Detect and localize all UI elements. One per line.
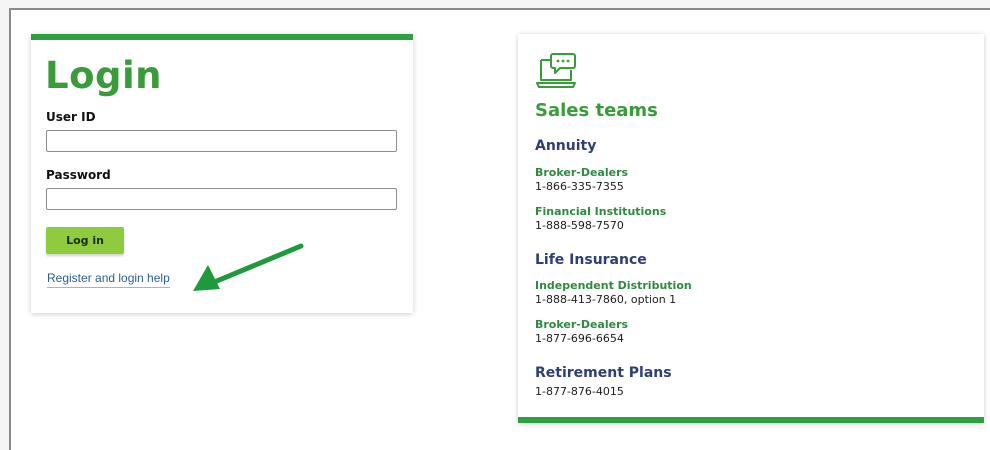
independent-distribution-name: Independent Distribution [535, 279, 692, 292]
retirement-plans-phone: 1-877-876-4015 [535, 385, 624, 398]
life-broker-dealers-phone: 1-877-696-6654 [535, 332, 624, 345]
financial-institutions-name: Financial Institutions [535, 205, 667, 218]
login-title: Login [45, 54, 163, 97]
user-id-label: User ID [46, 110, 96, 124]
financial-institutions-phone: 1-888-598-7570 [535, 219, 624, 232]
password-field[interactable] [46, 188, 397, 210]
chat-laptop-icon [536, 53, 576, 88]
login-button[interactable]: Log in [46, 227, 124, 254]
user-id-field[interactable] [46, 130, 397, 152]
annuity-broker-dealers-phone: 1-866-335-7355 [535, 180, 624, 193]
sales-teams-card: Sales teams Annuity Broker-Dealers 1-866… [518, 34, 984, 423]
annotation-arrow-icon [193, 243, 304, 291]
register-login-help-link[interactable]: Register and login help [47, 271, 170, 288]
independent-distribution-phone: 1-888-413-7860, option 1 [535, 293, 677, 306]
annuity-broker-dealers-name: Broker-Dealers [535, 166, 629, 179]
life-insurance-heading: Life Insurance [535, 252, 647, 268]
annuity-heading: Annuity [535, 138, 597, 154]
retirement-plans-heading: Retirement Plans [535, 365, 672, 381]
sales-teams-title: Sales teams [535, 100, 658, 121]
password-label: Password [46, 168, 111, 182]
life-broker-dealers-name: Broker-Dealers [535, 318, 629, 331]
